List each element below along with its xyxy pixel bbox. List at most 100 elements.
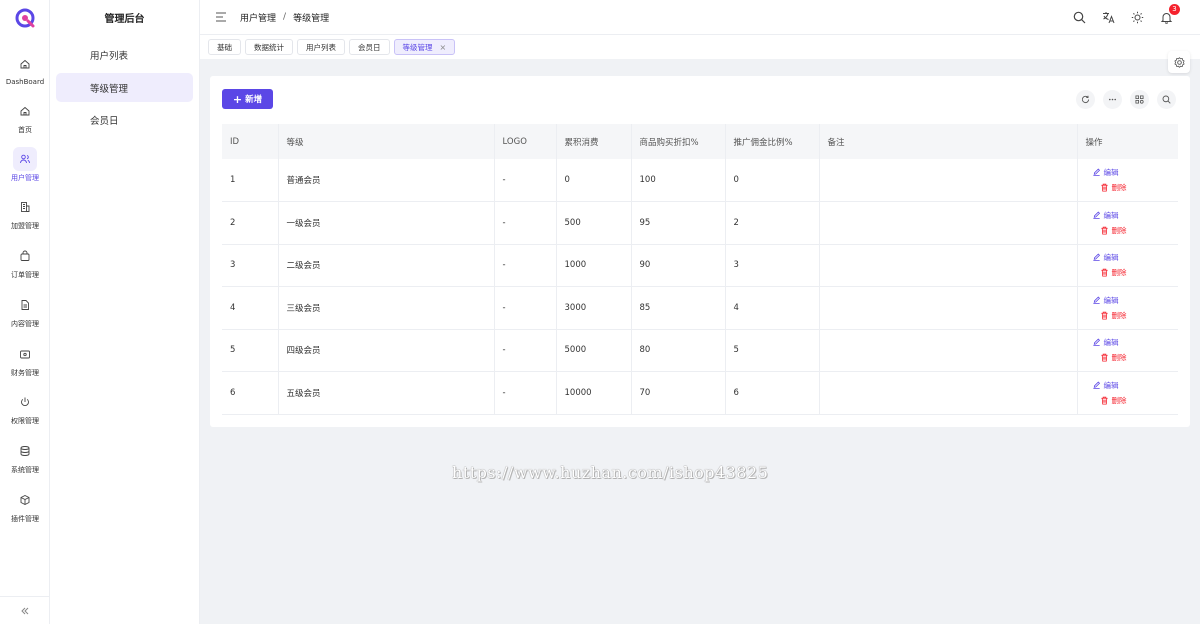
table-row: 3 二级会员 -1000 90 3 编辑 删除 xyxy=(222,244,1178,287)
cell-level: 四级会员 xyxy=(278,329,495,372)
users-icon xyxy=(20,154,30,164)
rail-item-3[interactable]: 加盟管理 xyxy=(0,190,50,236)
cell-discount: 70 xyxy=(631,371,726,415)
submenu-item-0[interactable]: 用户列表 xyxy=(56,40,193,69)
breadcrumb-separator: / xyxy=(283,12,287,22)
rail-item-1[interactable]: 首页 xyxy=(0,94,50,140)
cell-note xyxy=(819,371,1078,415)
cell-logo: - xyxy=(494,329,557,372)
submenu-item-2[interactable]: 会员日 xyxy=(56,105,193,134)
settings-button[interactable] xyxy=(1168,51,1190,73)
rail-item-0[interactable]: DashBoard xyxy=(0,46,50,92)
edit-label: 编辑 xyxy=(1103,380,1119,390)
cell-commission: 4 xyxy=(725,286,820,330)
app-logo-icon[interactable] xyxy=(12,6,38,30)
rail-item-2[interactable]: 用户管理 xyxy=(0,142,50,188)
tab-0[interactable]: 基础 xyxy=(208,39,241,55)
refresh-button[interactable] xyxy=(1076,90,1095,109)
secondary-menu: 管理后台 用户列表 等级管理 会员日 xyxy=(50,0,200,624)
table-row: 6 五级会员 -10000 70 6 编辑 删除 xyxy=(222,371,1179,415)
rail-item-8[interactable]: 系统管理 xyxy=(0,434,50,480)
cell-commission: 6 xyxy=(725,371,820,415)
cell-level: 普通会员 xyxy=(278,159,495,202)
edit-label: 编辑 xyxy=(1103,168,1119,177)
cube-icon xyxy=(20,494,30,506)
wallet-icon xyxy=(20,350,30,359)
cell-level: 一级会员 xyxy=(278,201,495,245)
rail-item-7[interactable]: 权限管理 xyxy=(0,385,50,431)
header-actions: 3 xyxy=(1071,0,1180,35)
delete-button[interactable]: 删除 xyxy=(1100,265,1179,280)
more-horizontal-icon xyxy=(1108,98,1117,101)
table-row: 2 一级会员 -500 95 2 编辑 删除 xyxy=(222,201,1179,245)
edit-button[interactable]: 编辑 xyxy=(1092,335,1179,350)
language-button[interactable] xyxy=(1100,10,1116,26)
sun-icon xyxy=(1131,11,1143,24)
table-search-button[interactable] xyxy=(1157,90,1176,109)
plus-icon: + xyxy=(232,92,243,106)
edit-icon xyxy=(1092,168,1100,177)
search-button[interactable] xyxy=(1071,10,1087,26)
close-icon[interactable]: × xyxy=(440,43,447,52)
cell-discount: 95 xyxy=(631,201,726,245)
edit-button[interactable]: 编辑 xyxy=(1092,250,1179,265)
add-button[interactable]: + 新增 xyxy=(222,89,273,109)
tab-3[interactable]: 会员日 xyxy=(349,39,390,55)
edit-icon xyxy=(1092,296,1100,304)
notifications-button[interactable]: 3 xyxy=(1158,3,1180,26)
submenu-item-1[interactable]: 等级管理 xyxy=(56,73,193,102)
edit-icon xyxy=(1092,253,1100,262)
cell-actions: 编辑 删除 xyxy=(1077,201,1179,245)
column-header-7: 操作 xyxy=(1077,124,1178,159)
breadcrumb-item-users[interactable]: 用户管理 xyxy=(240,11,276,24)
cell-commission: 3 xyxy=(725,244,820,287)
delete-label: 删除 xyxy=(1111,353,1127,363)
tab-2[interactable]: 用户列表 xyxy=(297,39,345,55)
tab-label: 会员日 xyxy=(358,42,381,52)
rail-item-6[interactable]: 财务管理 xyxy=(0,337,50,383)
more-button[interactable] xyxy=(1103,90,1122,109)
edit-button[interactable]: 编辑 xyxy=(1092,378,1179,393)
cell-spend: 1000 xyxy=(556,244,632,287)
rail-item-label: 首页 xyxy=(18,126,32,134)
tab-label: 等级管理 xyxy=(402,42,433,52)
collapse-sidebar-button[interactable] xyxy=(0,596,50,624)
columns-button[interactable] xyxy=(1130,90,1149,109)
cell-note xyxy=(819,244,1078,287)
breadcrumb: 用户管理 / 等级管理 xyxy=(240,11,329,24)
cell-id: 4 xyxy=(222,286,279,330)
rail-item-label: 加盟管理 xyxy=(11,222,39,230)
breadcrumb-item-levels: 等级管理 xyxy=(293,13,330,24)
cell-note xyxy=(819,286,1078,330)
edit-icon xyxy=(1092,381,1100,389)
delete-label: 删除 xyxy=(1111,268,1127,278)
cell-discount: 85 xyxy=(631,286,726,330)
rail-item-label: 插件管理 xyxy=(11,515,39,523)
cell-discount: 80 xyxy=(631,329,726,372)
cell-commission: 2 xyxy=(725,201,820,245)
cell-spend: 10000 xyxy=(556,371,632,415)
delete-button[interactable]: 删除 xyxy=(1100,393,1179,408)
tab-4[interactable]: 等级管理 × xyxy=(393,39,456,55)
building-icon xyxy=(21,202,30,212)
watermark-text: https://www.huzhan.com/ishop43825 xyxy=(452,463,769,482)
rail-item-9[interactable]: 插件管理 xyxy=(0,483,50,529)
tab-1[interactable]: 数据统计 xyxy=(245,39,293,55)
trash-icon xyxy=(1100,269,1108,277)
rail-item-4[interactable]: 订单管理 xyxy=(0,239,50,285)
trash-icon xyxy=(1100,183,1108,192)
delete-button[interactable]: 删除 xyxy=(1100,350,1179,365)
table-row: 4 三级会员 -3000 85 4 编辑 删除 xyxy=(222,286,1179,330)
delete-button[interactable]: 删除 xyxy=(1100,223,1179,238)
delete-button[interactable]: 删除 xyxy=(1100,180,1179,195)
edit-button[interactable]: 编辑 xyxy=(1092,208,1179,223)
refresh-icon xyxy=(1081,95,1090,104)
edit-button[interactable]: 编辑 xyxy=(1092,293,1179,308)
rail-item-5[interactable]: 内容管理 xyxy=(0,288,50,334)
menu-toggle-button[interactable] xyxy=(215,10,229,24)
edit-icon xyxy=(1092,211,1100,219)
theme-toggle-button[interactable] xyxy=(1129,10,1145,26)
delete-button[interactable]: 删除 xyxy=(1100,308,1179,323)
column-header-0: ID xyxy=(222,124,279,159)
edit-button[interactable]: 编辑 xyxy=(1092,165,1179,180)
